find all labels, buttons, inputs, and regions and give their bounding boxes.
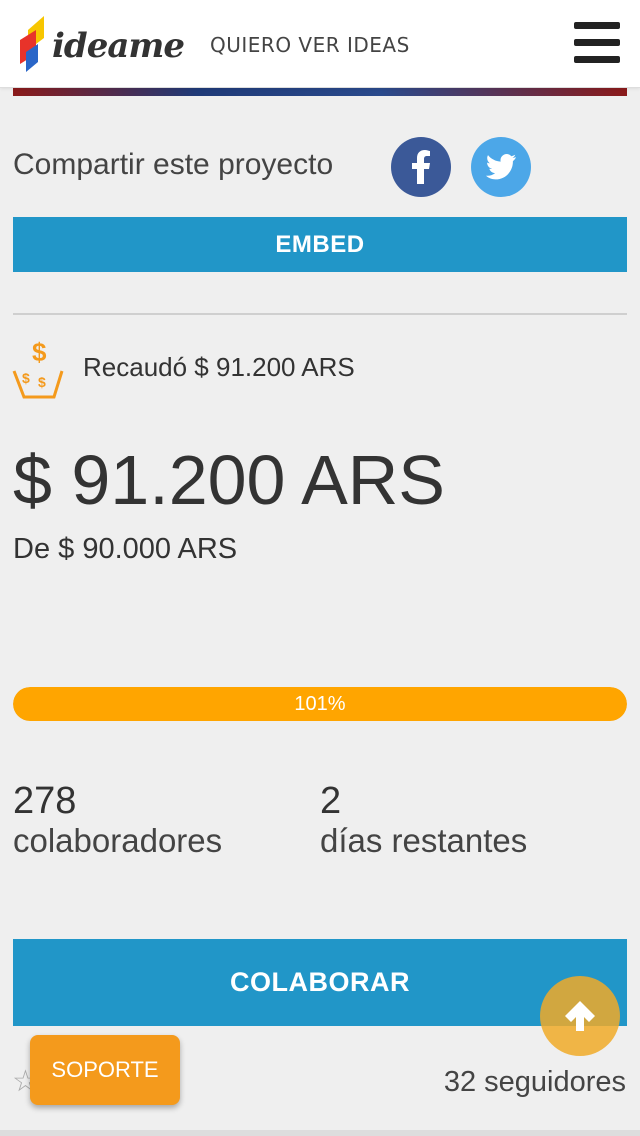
twitter-share-button[interactable] (471, 137, 531, 197)
days-left-stat: 2 días restantes (320, 780, 527, 860)
days-count: 2 (320, 780, 342, 822)
svg-text:$: $ (38, 374, 46, 390)
money-basket-icon: $ $ $ (12, 337, 64, 399)
backers-label: colaboradores (13, 822, 223, 859)
backers-count: 278 (13, 780, 77, 822)
scroll-to-top-button[interactable] (540, 976, 620, 1056)
ideame-logo[interactable]: ideame (18, 16, 188, 74)
facebook-share-button[interactable] (391, 137, 451, 197)
nav-quiero-ver-ideas[interactable]: QUIERO VER IDEAS (210, 33, 410, 57)
svg-text:$: $ (22, 370, 30, 386)
top-header: ideame QUIERO VER IDEAS (0, 0, 640, 88)
share-label: Compartir este proyecto (13, 148, 334, 181)
soporte-button[interactable]: SOPORTE (30, 1035, 180, 1105)
logo-mark-icon (20, 16, 44, 72)
bottom-divider (0, 1130, 640, 1136)
colaborar-button[interactable]: COLABORAR (13, 939, 627, 1026)
goal-amount: De $ 90.000 ARS (13, 533, 238, 565)
hero-image-bottom (13, 88, 627, 96)
logo-text: ideame (52, 26, 185, 66)
twitter-icon (486, 154, 516, 180)
arrow-up-icon (565, 1001, 595, 1031)
raised-label: Recaudó $ 91.200 ARS (83, 352, 355, 382)
progress-text: 101% (294, 692, 346, 715)
funding-progress-bar: 101% (13, 687, 627, 721)
raised-amount: $ 91.200 ARS (13, 441, 445, 519)
followers-count: 32 seguidores (443, 1066, 626, 1098)
section-divider (13, 313, 627, 315)
backers-stat: 278 colaboradores (13, 780, 222, 860)
embed-button[interactable]: EMBED (13, 217, 627, 272)
facebook-icon (412, 150, 430, 184)
days-label: días restantes (320, 822, 528, 859)
menu-icon[interactable] (574, 22, 620, 64)
svg-text:$: $ (32, 337, 47, 367)
